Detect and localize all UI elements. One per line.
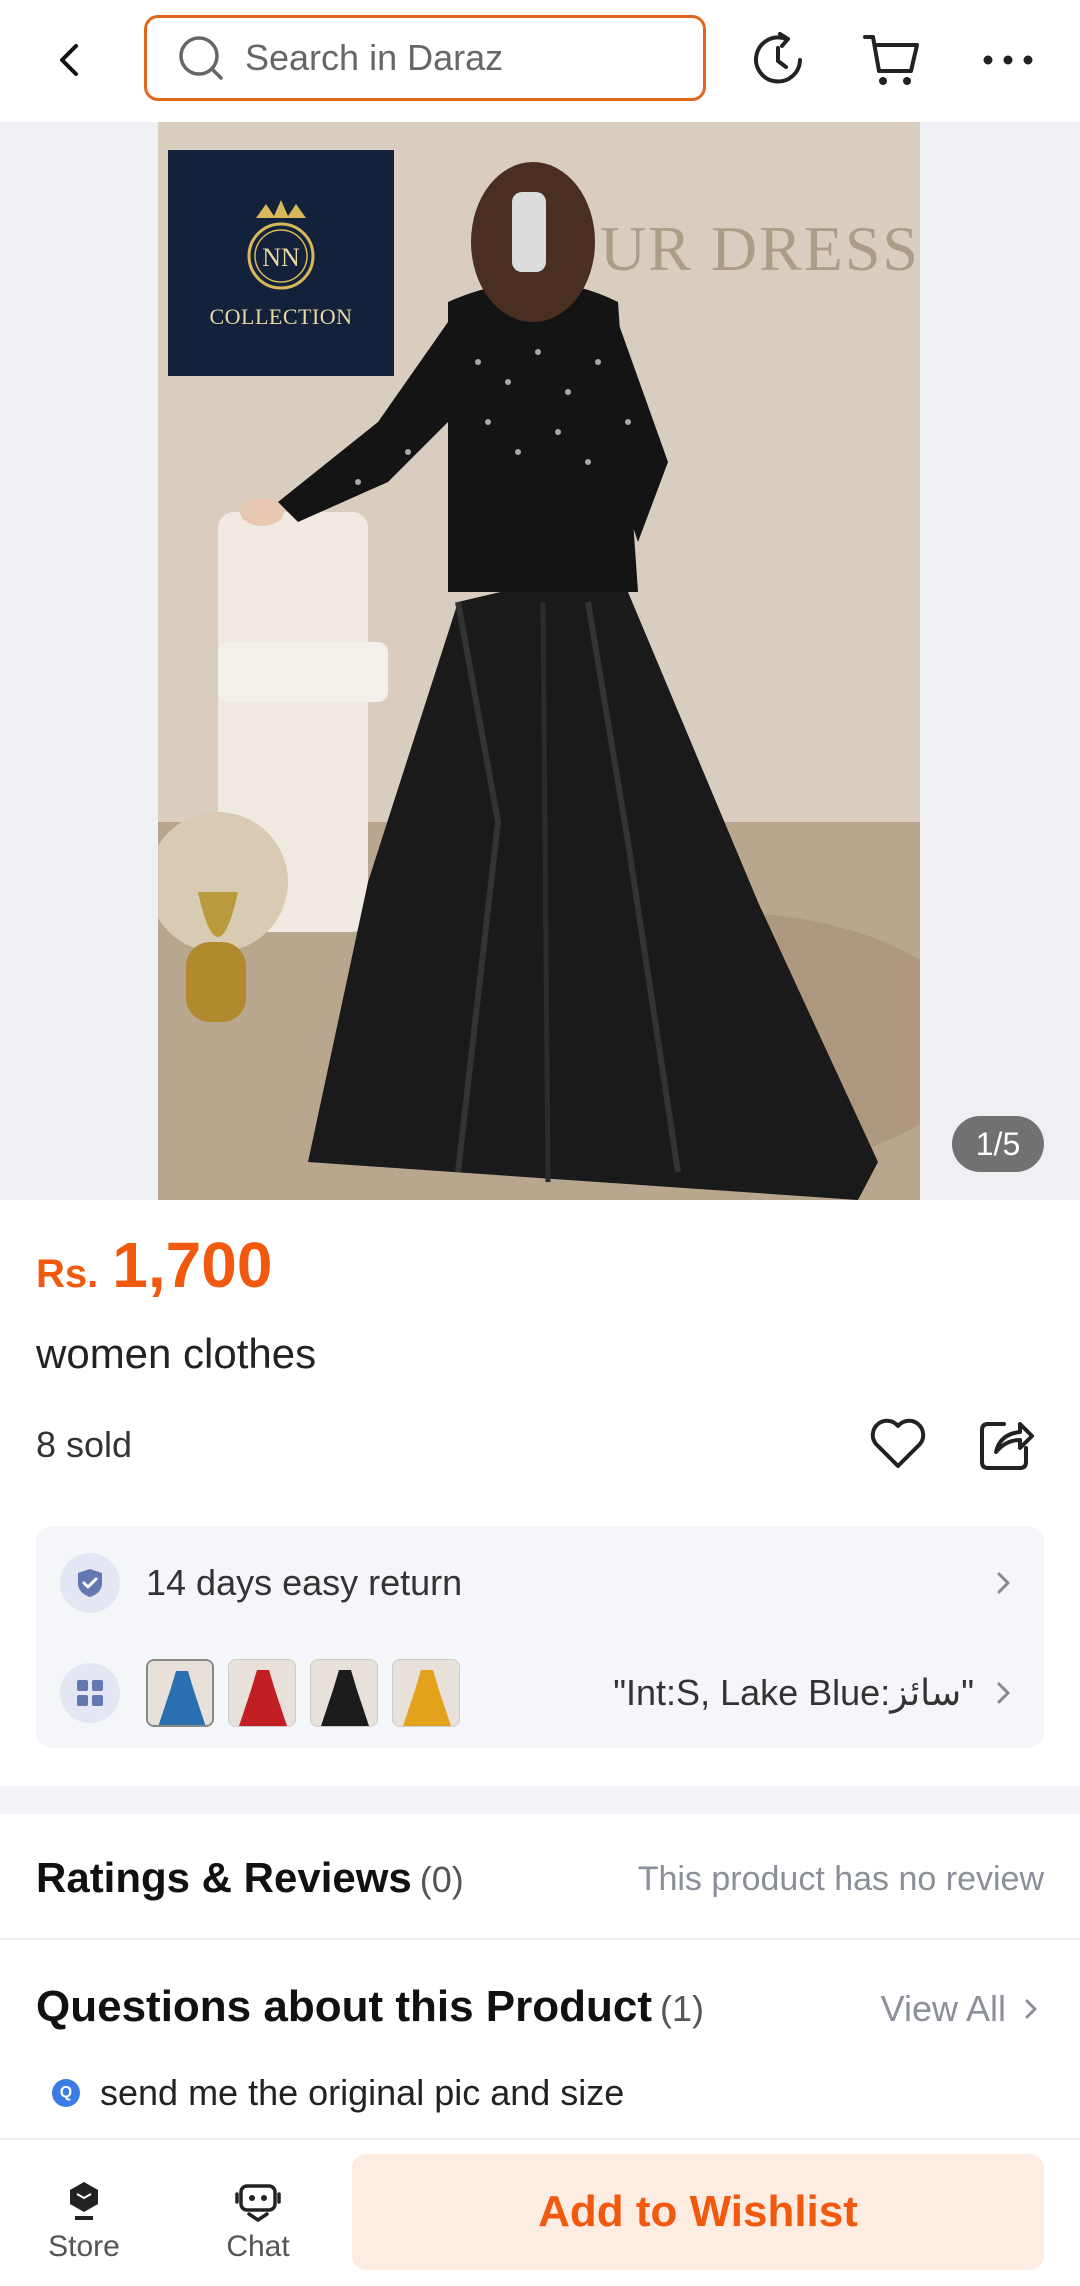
top-header	[0, 0, 1080, 120]
price-value: 1,700	[112, 1229, 273, 1301]
questions-count: (1)	[660, 1988, 705, 2029]
variant-thumb-yellow[interactable]	[392, 1659, 460, 1727]
wishlist-toggle[interactable]	[866, 1412, 930, 1476]
shield-check-icon	[78, 1569, 102, 1597]
heart-icon	[870, 1418, 926, 1468]
variant-thumb-red[interactable]	[228, 1659, 296, 1727]
more-options-button[interactable]	[974, 26, 1042, 94]
variant-thumb-black[interactable]	[310, 1659, 378, 1727]
logo-text: COLLECTION	[209, 304, 353, 329]
brand-logo: NN COLLECTION	[168, 150, 394, 376]
questions-heading: Questions about this Product (1)	[36, 1982, 704, 2032]
cart-icon	[863, 35, 919, 85]
questions-section: Questions about this Product (1) View All…	[0, 1942, 1080, 2142]
image-counter: 1/5	[952, 1116, 1044, 1172]
ratings-heading: Ratings & Reviews (0)	[36, 1854, 464, 1902]
store-label: Store	[48, 2230, 120, 2263]
variant-thumbnails	[146, 1659, 460, 1727]
return-policy-row[interactable]: 14 days easy return	[36, 1538, 1044, 1628]
section-divider	[0, 1786, 1080, 1814]
service-info-box: 14 days easy return "Int:S, Lake Blue:سا…	[36, 1526, 1044, 1748]
chat-label: Chat	[226, 2230, 290, 2263]
back-button[interactable]	[40, 30, 100, 90]
price-currency: Rs.	[36, 1252, 99, 1296]
search-input[interactable]	[245, 37, 665, 79]
crown-monogram-icon: NN	[247, 200, 315, 290]
sold-count: 8 sold	[36, 1424, 133, 1465]
questions-heading-text: Questions about this Product	[36, 1982, 653, 2031]
store-icon	[70, 2182, 98, 2220]
wall-sign-text: UR DRESS	[599, 213, 920, 284]
chevron-right-icon	[1025, 1999, 1037, 2019]
view-all-label: View All	[880, 1988, 1006, 2029]
ratings-heading-text: Ratings & Reviews	[36, 1854, 412, 1901]
variant-row[interactable]: "Int:S, Lake Blue:سائز"	[36, 1648, 1044, 1738]
product-image[interactable]: UR DRESS NN COLLECTION	[158, 122, 920, 1200]
question-text: send me the original pic and size	[100, 2072, 625, 2113]
chat-button[interactable]: Chat	[198, 2180, 318, 2264]
search-bar[interactable]	[144, 15, 706, 101]
logo-monogram: NN	[262, 243, 300, 272]
store-button[interactable]: Store	[24, 2180, 144, 2264]
return-policy-text: 14 days easy return	[146, 1562, 463, 1603]
price: Rs. 1,700	[36, 1228, 272, 1302]
question-item[interactable]: Q send me the original pic and size	[52, 2072, 624, 2114]
more-dots-icon	[983, 55, 1033, 65]
question-badge: Q	[52, 2079, 80, 2107]
grid-icon	[77, 1680, 103, 1706]
cart-button[interactable]	[858, 26, 926, 94]
history-icon	[754, 32, 802, 84]
chevron-right-icon	[997, 1682, 1010, 1704]
ratings-section[interactable]: Ratings & Reviews (0) This product has no…	[0, 1814, 1080, 1940]
variant-grid-badge	[60, 1663, 120, 1723]
ratings-count: (0)	[419, 1859, 464, 1900]
variant-thumb-blue[interactable]	[146, 1659, 214, 1727]
no-review-note: This product has no review	[637, 1860, 1044, 1898]
bottom-action-bar: Store Chat Add to Wishlist	[0, 2138, 1080, 2286]
product-gallery[interactable]: UR DRESS NN COLLECTION 1/5	[0, 122, 1080, 1200]
history-button[interactable]	[744, 26, 812, 94]
share-icon	[980, 1422, 1034, 1470]
selected-variant-text: "Int:S, Lake Blue:سائز"	[613, 1672, 974, 1713]
return-shield-badge	[60, 1553, 120, 1613]
add-to-wishlist-button[interactable]: Add to Wishlist	[352, 2154, 1044, 2270]
product-title: women clothes	[36, 1330, 317, 1377]
chevron-right-icon	[997, 1572, 1010, 1594]
view-all-link[interactable]: View All	[881, 1988, 1044, 2030]
chevron-left-icon	[60, 44, 78, 76]
search-icon	[179, 36, 223, 80]
share-button[interactable]	[974, 1412, 1038, 1476]
chat-bot-icon	[235, 2184, 281, 2223]
